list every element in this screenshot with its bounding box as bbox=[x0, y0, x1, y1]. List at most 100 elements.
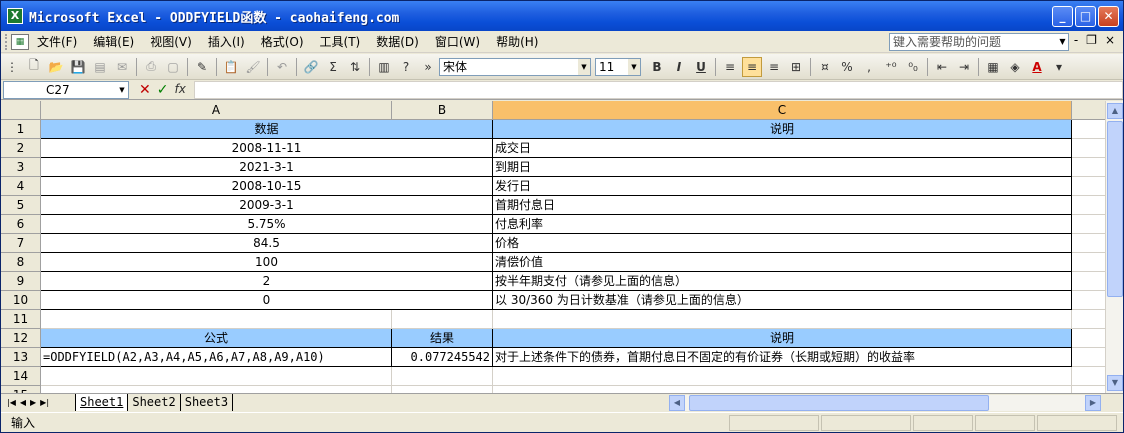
cell-a3[interactable]: 2021-3-1 bbox=[41, 158, 493, 177]
cell-d13[interactable] bbox=[1072, 348, 1105, 367]
font-size-select[interactable]: 11 ▼ bbox=[595, 57, 641, 76]
new-icon[interactable]: 🗋 bbox=[24, 57, 44, 77]
cell-a14[interactable] bbox=[41, 367, 392, 386]
cell-c2[interactable]: 成交日 bbox=[493, 139, 1072, 158]
help-dropdown-icon[interactable]: ▼ bbox=[1056, 33, 1069, 51]
cell-b15[interactable] bbox=[392, 386, 493, 393]
row-header-7[interactable]: 7 bbox=[1, 234, 41, 253]
help-search-input[interactable]: 键入需要帮助的问题 bbox=[889, 33, 1069, 51]
decrease-indent-icon[interactable]: ⇤ bbox=[932, 57, 952, 77]
toolbar-more-icon[interactable]: ▾ bbox=[1049, 57, 1069, 77]
email-icon[interactable]: ✉ bbox=[112, 57, 132, 77]
hyperlink-icon[interactable]: 🔗 bbox=[301, 57, 321, 77]
font-size-dropdown-icon[interactable]: ▼ bbox=[628, 58, 640, 75]
menu-format[interactable]: 格式(O) bbox=[253, 32, 312, 52]
menu-edit[interactable]: 编辑(E) bbox=[85, 32, 142, 52]
permission-icon[interactable]: ▤ bbox=[90, 57, 110, 77]
cell-d10[interactable] bbox=[1072, 291, 1105, 310]
worksheet-grid[interactable]: A B C 1 数据 说明 2 2008-11-11 成交日 3 2021-3-1 到期日 4 20… bbox=[1, 101, 1105, 393]
cell-c14[interactable] bbox=[493, 367, 1072, 386]
cell-c4[interactable]: 发行日 bbox=[493, 177, 1072, 196]
percent-button[interactable]: % bbox=[837, 57, 857, 77]
menu-data[interactable]: 数据(D) bbox=[368, 32, 427, 52]
next-sheet-icon[interactable]: ▶ bbox=[30, 398, 36, 407]
toolbar-options-icon[interactable]: » bbox=[418, 57, 438, 77]
row-header-8[interactable]: 8 bbox=[1, 253, 41, 272]
cell-a4[interactable]: 2008-10-15 bbox=[41, 177, 493, 196]
menu-insert[interactable]: 插入(I) bbox=[200, 32, 253, 52]
increase-decimal-icon[interactable]: ⁺⁰ bbox=[881, 57, 901, 77]
menu-view[interactable]: 视图(V) bbox=[142, 32, 200, 52]
cell-c3[interactable]: 到期日 bbox=[493, 158, 1072, 177]
cell-a13[interactable]: =ODDFYIELD(A2,A3,A4,A5,A6,A7,A8,A9,A10) bbox=[41, 348, 392, 367]
cell-b13[interactable]: 0.077245542 bbox=[392, 348, 493, 367]
vertical-scrollbar[interactable]: ▲ ▼ bbox=[1105, 101, 1123, 393]
scroll-left-icon[interactable]: ◀ bbox=[669, 395, 685, 411]
align-left-icon[interactable]: ≡ bbox=[720, 57, 740, 77]
row-header-10[interactable]: 10 bbox=[1, 291, 41, 310]
row-header-13[interactable]: 13 bbox=[1, 348, 41, 367]
excel-app-icon[interactable]: X bbox=[7, 8, 23, 24]
cell-c12[interactable]: 说明 bbox=[493, 329, 1072, 348]
cell-d7[interactable] bbox=[1072, 234, 1105, 253]
help-icon[interactable]: ? bbox=[396, 57, 416, 77]
document-icon[interactable]: ▦ bbox=[11, 33, 29, 50]
cell-c7[interactable]: 价格 bbox=[493, 234, 1072, 253]
row-header-3[interactable]: 3 bbox=[1, 158, 41, 177]
doc-close-button[interactable]: × bbox=[1105, 33, 1115, 47]
select-all-corner[interactable] bbox=[1, 101, 41, 120]
sheet-tab-1[interactable]: Sheet1 bbox=[75, 394, 129, 411]
merge-center-icon[interactable]: ⊞ bbox=[786, 57, 806, 77]
row-header-1[interactable]: 1 bbox=[1, 120, 41, 139]
cell-c11[interactable] bbox=[493, 310, 1072, 329]
print-preview-icon[interactable]: ▢ bbox=[163, 57, 183, 77]
cell-a11[interactable] bbox=[41, 310, 392, 329]
doc-restore-button[interactable]: ❐ bbox=[1086, 33, 1097, 47]
cell-c9[interactable]: 按半年期支付（请参见上面的信息） bbox=[493, 272, 1072, 291]
cell-d9[interactable] bbox=[1072, 272, 1105, 291]
row-header-4[interactable]: 4 bbox=[1, 177, 41, 196]
save-icon[interactable]: 💾 bbox=[68, 57, 88, 77]
menubar-grip-icon[interactable] bbox=[5, 33, 9, 50]
italic-button[interactable]: I bbox=[669, 57, 689, 77]
font-name-dropdown-icon[interactable]: ▼ bbox=[578, 58, 590, 75]
row-header-14[interactable]: 14 bbox=[1, 367, 41, 386]
cell-d8[interactable] bbox=[1072, 253, 1105, 272]
cell-d11[interactable] bbox=[1072, 310, 1105, 329]
row-header-5[interactable]: 5 bbox=[1, 196, 41, 215]
cell-a7[interactable]: 84.5 bbox=[41, 234, 493, 253]
align-center-icon[interactable]: ≡ bbox=[742, 56, 762, 77]
font-color-button[interactable]: A bbox=[1027, 57, 1047, 77]
horizontal-scrollbar[interactable]: ◀ ▶ bbox=[669, 395, 1101, 411]
cell-a2[interactable]: 2008-11-11 bbox=[41, 139, 493, 158]
cell-d12[interactable] bbox=[1072, 329, 1105, 348]
sort-ascending-icon[interactable]: ⇅ bbox=[345, 57, 365, 77]
row-header-15[interactable]: 15 bbox=[1, 386, 41, 393]
minimize-button[interactable]: _ bbox=[1052, 6, 1073, 27]
last-sheet-icon[interactable]: ▶| bbox=[40, 398, 49, 407]
borders-icon[interactable]: ▦ bbox=[983, 57, 1003, 77]
first-sheet-icon[interactable]: |◀ bbox=[7, 398, 16, 407]
autosum-button[interactable]: Σ bbox=[323, 57, 343, 77]
close-button[interactable]: ✕ bbox=[1098, 6, 1119, 27]
cell-a5[interactable]: 2009-3-1 bbox=[41, 196, 493, 215]
cell-c1[interactable]: 说明 bbox=[493, 120, 1072, 139]
column-header-a[interactable]: A bbox=[41, 101, 392, 120]
fill-color-icon[interactable]: ◈ bbox=[1005, 57, 1025, 77]
maximize-button[interactable]: □ bbox=[1075, 6, 1096, 27]
menu-tools[interactable]: 工具(T) bbox=[312, 32, 369, 52]
name-box-dropdown-icon[interactable]: ▼ bbox=[116, 82, 128, 98]
cell-d15[interactable] bbox=[1072, 386, 1105, 393]
format-painter-icon[interactable]: 🖌 bbox=[243, 57, 263, 77]
open-icon[interactable]: 📂 bbox=[46, 57, 66, 77]
cell-d5[interactable] bbox=[1072, 196, 1105, 215]
column-header-c[interactable]: C bbox=[493, 101, 1072, 120]
bold-button[interactable]: B bbox=[647, 57, 667, 77]
scroll-down-icon[interactable]: ▼ bbox=[1107, 375, 1123, 391]
cell-c13[interactable]: 对于上述条件下的债券，首期付息日不固定的有价证券（长期或短期）的收益率 bbox=[493, 348, 1072, 367]
cell-d14[interactable] bbox=[1072, 367, 1105, 386]
scroll-up-icon[interactable]: ▲ bbox=[1107, 103, 1123, 119]
spelling-icon[interactable]: ✎ bbox=[192, 57, 212, 77]
menu-help[interactable]: 帮助(H) bbox=[488, 32, 546, 52]
column-header-d[interactable] bbox=[1072, 101, 1105, 120]
